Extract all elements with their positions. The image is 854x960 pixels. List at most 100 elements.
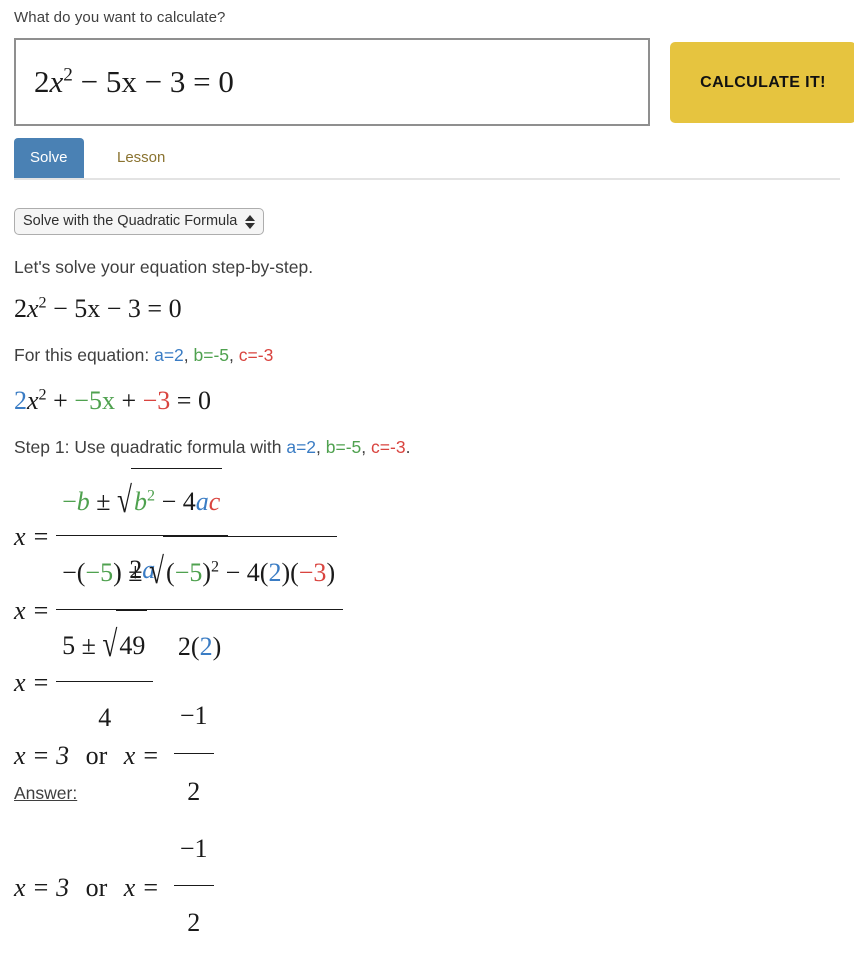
answer-root-2-fraction: −1 2 <box>173 814 214 958</box>
radical-icon: √ <box>117 479 133 521</box>
sub-b: −5 <box>85 558 114 587</box>
sub-rad-end: ) <box>326 558 336 587</box>
radicand-a: a <box>195 487 209 516</box>
calculate-button[interactable]: CALCULATE IT! <box>670 42 854 123</box>
sub-neg-close: ) <box>113 558 122 587</box>
sub-den-close: ) <box>212 632 222 661</box>
radical-icon: √ <box>149 550 165 592</box>
simp-sqrt: √49 <box>102 610 148 680</box>
quadratic-formula-simplified: x = 5 ± √49 4 <box>14 610 840 732</box>
sub-den-a: 2 <box>199 632 213 661</box>
answer-root-2-denominator: 2 <box>187 908 201 937</box>
colored-b-term: −5x <box>74 386 115 415</box>
eq-coef: 2 <box>14 294 27 323</box>
eq-exponent: 2 <box>38 294 47 312</box>
root-2-fraction: −1 2 <box>173 680 214 828</box>
coefficients-line: For this equation: a=2, b=-5, c=-3 <box>14 332 840 378</box>
simp-denominator: 4 <box>98 703 112 732</box>
step-1-line: Step 1: Use quadratic formula with a=2, … <box>14 424 840 470</box>
sep-2: , <box>229 345 239 365</box>
step-1-b: b=-5 <box>325 437 362 457</box>
sub-rad-close: ) <box>202 558 212 587</box>
sub-rad-mid: )( <box>281 558 299 587</box>
step-1-suffix: . <box>405 437 411 457</box>
solution-body: Let's solve your equation step-by-step. … <box>14 252 840 937</box>
sub-rad-exp: 2 <box>211 558 220 576</box>
root-2-numerator: −1 <box>173 680 214 754</box>
colored-equation: 2x2 + −5x + −3 = 0 <box>14 378 840 424</box>
quadratic-formula-substituted: x = −(−5) ± √(−5)2 − 4(2)(−3) 2(2) <box>14 536 840 661</box>
colored-plus-1: + <box>46 386 75 415</box>
sub-rad-minus4: − 4( <box>225 558 269 587</box>
step-1-c: c=-3 <box>371 437 406 457</box>
formula-neg: − <box>62 487 77 516</box>
sub-den-open: 2( <box>177 632 200 661</box>
simp-fraction: 5 ± √49 4 <box>56 610 154 752</box>
answer-label-text: Answer: <box>14 783 78 803</box>
equation-input[interactable]: 2x2 − 5x − 3 = 0 <box>14 38 650 126</box>
equation-input-value: 2x2 − 5x − 3 = 0 <box>34 64 234 100</box>
answer-root-or: or <box>85 873 108 902</box>
sep-1: , <box>183 345 194 365</box>
updown-arrows-icon <box>245 214 256 229</box>
step-1-sep-1: , <box>316 437 326 457</box>
radicand-b: b <box>134 487 148 516</box>
colored-c-term: −3 <box>142 386 171 415</box>
eq-rest: − 5x − 3 = 0 <box>53 294 182 323</box>
step-1-sep-2: , <box>361 437 372 457</box>
sub-radicand: (−5)2 − 4(2)(−3) <box>163 536 338 608</box>
answer-root-2-label: x = <box>123 873 160 902</box>
step-1-a: a=2 <box>286 437 317 457</box>
colored-a-coef: 2 <box>14 386 27 415</box>
sub-plusminus: ± <box>128 558 143 587</box>
calculator-input-row: 2x2 − 5x − 3 = 0 CALCULATE IT! <box>14 38 854 130</box>
formula-sqrt: √b2 − 4ac <box>117 468 223 534</box>
tab-lesson[interactable]: Lesson <box>101 138 181 178</box>
simp-radicand: 49 <box>116 610 148 680</box>
simp-numerator: 5 ± √49 <box>56 610 154 682</box>
eq-exponent: 2 <box>63 64 73 86</box>
sub-neg-open: −( <box>62 558 86 587</box>
step-1-prefix: Step 1: Use quadratic formula with <box>14 437 287 457</box>
sub-rad-open: ( <box>166 558 175 587</box>
colored-exponent: 2 <box>38 386 47 404</box>
coefficient-c: c=-3 <box>238 345 274 365</box>
answer-root-1: x = 3 <box>14 873 70 902</box>
quadratic-formula-generic: x = −b ± √b2 − 4ac 2a <box>14 468 840 584</box>
sub-numerator: −(−5) ± √(−5)2 − 4(2)(−3) <box>56 536 344 610</box>
sub-rad-a: 2 <box>268 558 282 587</box>
sub-rad-b: −5 <box>174 558 203 587</box>
colored-variable: x <box>27 386 39 415</box>
answer-root-2-numerator: −1 <box>173 814 214 886</box>
formula-radicand: b2 − 4ac <box>131 468 223 534</box>
simp-plusminus: ± <box>81 631 96 660</box>
method-select-value: Solve with the Quadratic Formula <box>23 213 238 229</box>
simp-5: 5 <box>62 631 76 660</box>
tab-divider <box>14 178 840 180</box>
answer-roots: x = 3 or x = −1 2 <box>14 816 840 937</box>
formula-numerator: −b ± √b2 − 4ac <box>56 468 229 536</box>
radicand-exp: 2 <box>147 487 156 505</box>
method-select[interactable]: Solve with the Quadratic Formula <box>14 208 265 235</box>
sub-sqrt: √(−5)2 − 4(2)(−3) <box>149 536 338 608</box>
eq-variable: x <box>27 294 39 323</box>
sub-rad-c: −3 <box>298 558 327 587</box>
solution-intro: Let's solve your equation step-by-step. <box>14 257 314 277</box>
tab-bar: Solve Lesson <box>14 138 840 180</box>
eq-variable: x <box>49 64 64 99</box>
solution-equation: 2x2 − 5x − 3 = 0 <box>14 286 840 332</box>
radicand-c: c <box>208 487 221 516</box>
colored-plus-2: + <box>114 386 143 415</box>
radical-icon: √ <box>102 623 118 665</box>
formula-plusminus: ± <box>96 487 111 516</box>
eq-coef: 2 <box>34 64 50 99</box>
coefficients-label: For this equation: <box>14 345 150 365</box>
tab-solve[interactable]: Solve <box>14 138 84 178</box>
page-title: What do you want to calculate? <box>14 9 226 26</box>
coefficient-b: b=-5 <box>193 345 230 365</box>
formula-b: b <box>76 487 90 516</box>
eq-rest: − 5x − 3 = 0 <box>80 64 234 99</box>
coefficient-a: a=2 <box>154 345 184 365</box>
radicand-minus-4: − 4 <box>161 487 196 516</box>
colored-eq-zero: = 0 <box>170 386 211 415</box>
